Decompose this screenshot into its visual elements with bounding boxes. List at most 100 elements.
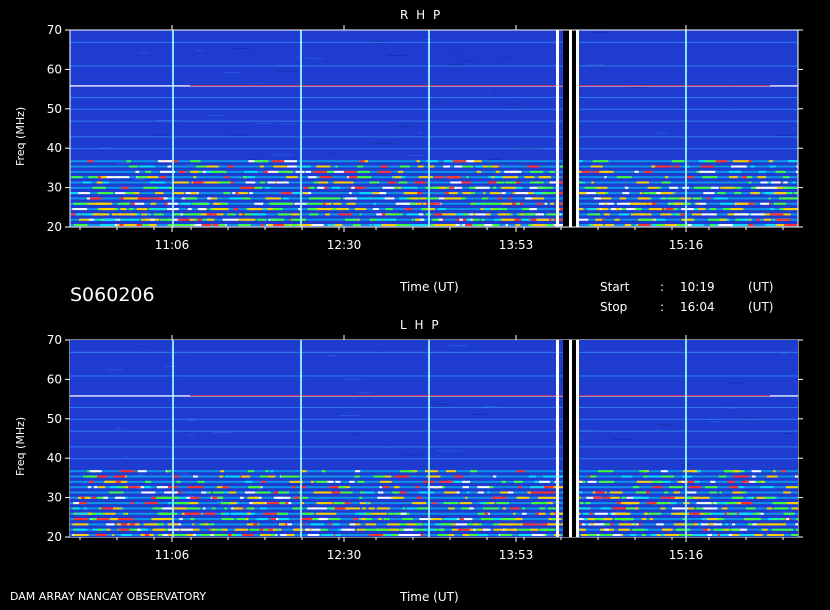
rhp-band-speck: [357, 170, 371, 173]
lhp-band-speck: [157, 523, 164, 526]
rhp-band-speck: [450, 181, 462, 184]
lhp-band-speck: [706, 518, 718, 521]
lhp-band-speck: [293, 496, 300, 499]
lhp-band-speck: [741, 491, 747, 494]
lhp-band-speck: [279, 502, 286, 505]
rhp-band-speck: [401, 186, 418, 189]
rhp-band-speck: [260, 224, 264, 227]
lhp-band-speck: [682, 518, 686, 521]
lhp-band-speck: [201, 491, 207, 494]
lhp-band-speck: [75, 528, 88, 531]
rhp-band-speck: [346, 181, 354, 184]
rhp-band-speck: [254, 202, 264, 205]
lhp-band-speck: [90, 470, 102, 473]
lhp-band-speck: [469, 507, 474, 510]
rhp-y-tick-label: 40: [47, 141, 62, 155]
rhp-noise: [630, 87, 647, 89]
lhp-band-speck: [353, 518, 359, 521]
lhp-band-speck: [594, 512, 608, 515]
lhp-band-speck: [424, 470, 438, 473]
rhp-band-speck: [490, 192, 501, 195]
rhp-band-speck: [125, 192, 134, 195]
rhp-band-speck: [227, 165, 234, 168]
rhp-band-speck: [655, 218, 666, 221]
lhp-noise: [188, 420, 195, 422]
rhp-x-tick-label: 13:53: [499, 238, 534, 252]
lhp-band-speck: [773, 518, 778, 521]
rhp-calibration-line: [172, 30, 174, 227]
lhp-band-speck: [493, 475, 497, 478]
lhp-band-speck: [321, 528, 328, 531]
lhp-band-speck: [521, 512, 527, 515]
lhp-band-speck: [770, 496, 775, 499]
lhp-band-speck: [496, 502, 509, 505]
lhp-band-speck: [356, 528, 365, 531]
rhp-noise: [396, 126, 412, 128]
lhp-band-speck: [455, 523, 467, 526]
rhp-band-speck: [624, 224, 632, 227]
rhp-band-speck: [483, 208, 492, 211]
lhp-band-speck: [610, 496, 620, 499]
rhp-noise: [233, 47, 252, 49]
lhp-band-speck: [620, 518, 634, 521]
rhp-band-speck: [476, 170, 482, 173]
lhp-noise: [450, 526, 463, 528]
rhp-band-speck: [92, 186, 106, 189]
rhp-band-speck: [218, 224, 226, 227]
lhp-band-speck: [587, 534, 598, 537]
rhp-mid-band: [70, 108, 798, 110]
rhp-band-speck: [550, 202, 554, 205]
lhp-noise: [114, 428, 122, 430]
lhp-y-tick-label: 40: [47, 451, 62, 465]
lhp-band-speck: [178, 502, 190, 505]
lhp-band-speck: [438, 528, 445, 531]
lhp-band-speck: [669, 502, 677, 505]
rhp-band-speck: [617, 202, 631, 205]
rhp-band-speck: [238, 192, 248, 195]
rhp-band-speck: [192, 224, 195, 227]
lhp-mid-band: [70, 458, 798, 460]
rhp-band-speck: [173, 192, 185, 195]
lhp-band-speck: [587, 480, 597, 483]
lhp-band-speck: [738, 486, 744, 489]
rhp-band-speck: [223, 192, 231, 195]
rhp-band-speck: [145, 170, 152, 173]
lhp-noise: [106, 369, 124, 371]
lhp-band-speck: [522, 507, 526, 510]
rhp-band-speck: [335, 181, 348, 184]
lhp-band-speck: [733, 475, 750, 478]
lhp-x-tick-label: 13:53: [499, 548, 534, 562]
lhp-band-speck: [751, 475, 756, 478]
rhp-y-tick-label: 60: [47, 62, 62, 76]
lhp-noise: [216, 500, 224, 502]
rhp-band-speck: [466, 176, 469, 179]
lhp-noise: [781, 352, 790, 354]
lhp-noise: [546, 501, 564, 503]
rhp-band-speck: [178, 224, 192, 227]
rhp-band-speck: [773, 192, 786, 195]
rhp-band-speck: [317, 186, 325, 189]
rhp-band-speck: [383, 218, 396, 221]
rhp-band-speck: [596, 186, 608, 189]
lhp-band-speck: [764, 496, 770, 499]
lhp-band-speck: [158, 518, 173, 521]
rhp-band-speck: [487, 165, 492, 168]
lhp-band-speck: [785, 518, 790, 521]
rhp-noise: [248, 159, 260, 161]
rhp-noise: [367, 142, 370, 144]
lhp-band-speck: [513, 480, 523, 483]
lhp-band-speck: [116, 523, 121, 526]
rhp-band-speck: [462, 192, 471, 195]
rhp-band-speck: [303, 186, 309, 189]
rhp-band-speck: [758, 170, 766, 173]
rhp-band-speck: [219, 181, 231, 184]
lhp-band-speck: [354, 475, 360, 478]
lhp-band-speck: [241, 475, 251, 478]
rhp-band-speck: [614, 218, 620, 221]
lhp-band-speck: [224, 491, 229, 494]
lhp-noise: [186, 434, 195, 436]
lhp-noise: [338, 414, 359, 416]
lhp-band-speck: [538, 512, 546, 515]
lhp-band-speck: [650, 512, 662, 515]
rhp-band-speck: [146, 176, 159, 179]
